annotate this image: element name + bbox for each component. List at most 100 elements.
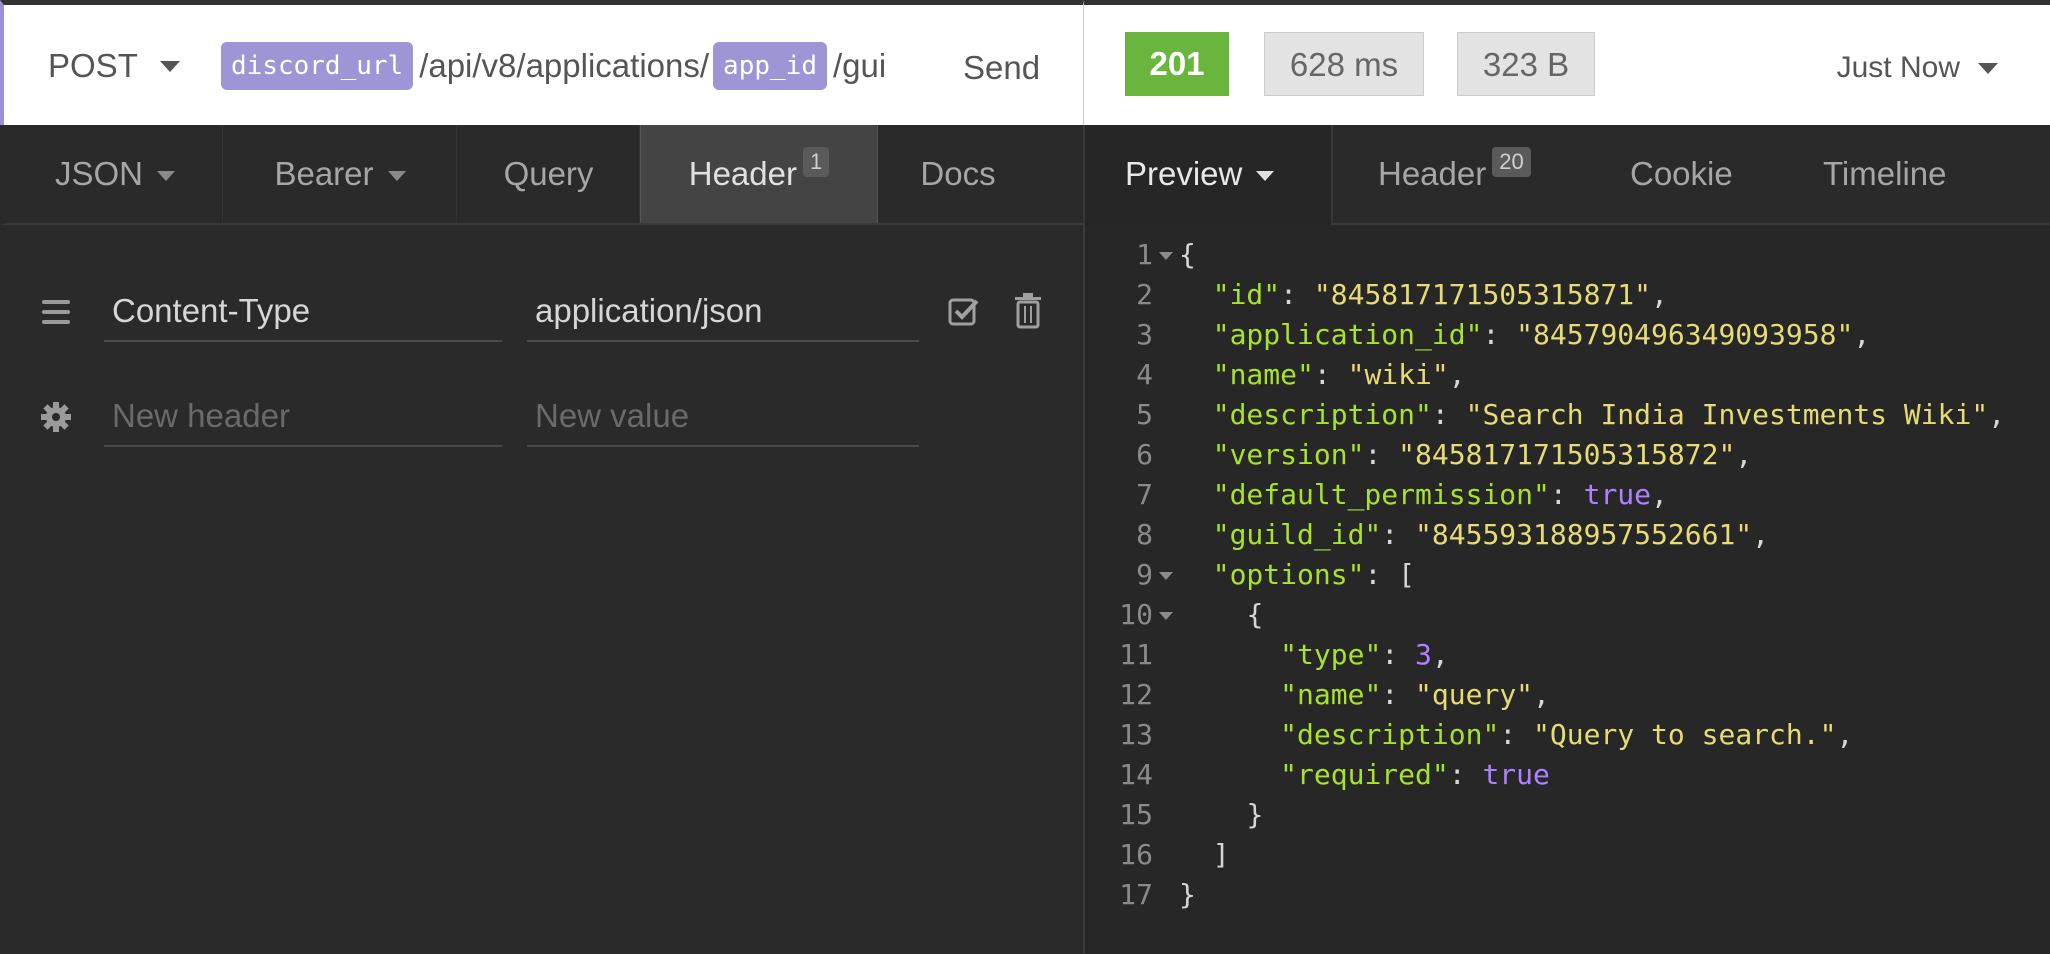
json-punctuation: } [1179,878,1196,911]
json-punctuation: : [1381,678,1416,711]
drag-handle-icon[interactable] [42,300,70,330]
trash-icon[interactable] [1014,293,1042,329]
line-number: 1 [1136,238,1153,271]
json-punctuation: : [1364,438,1399,471]
tab-query[interactable]: Query [458,125,640,223]
tab-query-label: Query [503,155,594,192]
json-punctuation: : [1381,638,1416,671]
chevron-down-icon [1978,62,1998,74]
fold-toggle-icon[interactable] [1153,595,1179,635]
json-punctuation: , [1651,278,1668,311]
json-literal: 3 [1415,638,1432,671]
tab-body-label: JSON [54,155,143,192]
tab-timeline-label: Timeline [1823,155,1947,192]
json-key: "options" [1212,558,1365,591]
code-line: 15 } [1085,795,2005,835]
json-punctuation: , [1431,638,1449,671]
url-path-segment: /api/v8/applications/ [419,47,710,84]
json-punctuation: : [1482,318,1517,351]
gear-icon[interactable] [40,401,72,433]
fold-toggle-icon[interactable] [1153,235,1179,275]
json-string: "wiki" [1347,358,1449,391]
json-punctuation: , [1853,318,1871,351]
json-string: "query" [1415,678,1534,711]
json-key: "default_permission" [1212,478,1550,511]
json-punctuation: , [1651,478,1668,511]
history-dropdown[interactable]: Just Now [1837,51,1998,85]
response-body-code: 1{2 "id": "845817171505315871", 3 "applic… [1085,235,2005,915]
tab-cookie-label: Cookie [1630,155,1733,192]
json-punctuation: : [ [1364,558,1416,591]
json-key: "description" [1280,718,1500,751]
new-header-value-input[interactable]: New value [527,387,919,447]
header-count-badge: 1 [802,147,830,177]
new-header-name-input[interactable]: New header [104,387,502,447]
tab-docs[interactable]: Docs [878,125,1038,223]
header-name-input[interactable]: Content-Type [104,282,502,342]
url-variable-tag[interactable]: discord_url [221,42,414,90]
chevron-down-icon [159,60,180,72]
json-string: "845790496349093958" [1516,318,1854,351]
request-bar: POST discord_url /api/v8/applications/ a… [0,0,1083,125]
code-line: 6 "version": "845817171505315872", [1085,435,2005,475]
tab-timeline[interactable]: Timeline [1823,125,1946,223]
json-key: "guild_id" [1212,518,1382,551]
line-number: 10 [1119,598,1153,631]
line-number: 12 [1119,678,1153,711]
code-line: 17} [1085,875,2005,915]
json-key: "id" [1212,278,1281,311]
chevron-down-icon [1256,171,1275,182]
line-number: 13 [1119,718,1153,751]
json-punctuation: , [1988,398,2006,431]
line-number: 5 [1136,398,1153,431]
json-punctuation: : [1431,398,1466,431]
url-input[interactable]: discord_url /api/v8/applications/ app_id… [221,42,921,90]
method-dropdown[interactable]: POST [48,47,180,85]
tab-auth[interactable]: Bearer [224,125,457,223]
tab-auth-label: Bearer [274,155,374,192]
line-number: 4 [1136,358,1153,391]
json-key: "version" [1212,438,1365,471]
tab-cookie[interactable]: Cookie [1630,125,1733,223]
code-line: 4 "name": "wiki", [1085,355,2005,395]
line-number: 17 [1119,878,1153,911]
tab-body[interactable]: JSON [8,125,223,223]
send-button[interactable]: Send [963,49,1040,87]
code-line: 10 { [1085,595,2005,635]
status-code-badge: 201 [1125,32,1229,96]
json-punctuation: } [1246,798,1264,831]
line-number: 11 [1119,638,1153,671]
line-number: 9 [1136,558,1153,591]
header-editor: Content-Type application/json New header… [0,225,1083,954]
checkbox-checked-icon[interactable] [948,296,980,328]
tab-preview[interactable]: Preview [1085,125,1333,225]
json-key: "name" [1280,678,1382,711]
code-line: 8 "guild_id": "845593188957552661", [1085,515,2005,555]
json-key: "name" [1212,358,1314,391]
header-value-input[interactable]: application/json [527,282,919,342]
tab-header[interactable]: Header 1 [640,125,878,223]
json-key: "type" [1280,638,1382,671]
tab-preview-label: Preview [1125,155,1243,192]
line-number: 7 [1136,478,1153,511]
url-variable-tag[interactable]: app_id [713,42,827,90]
json-punctuation: : [1313,358,1348,391]
json-string: "845817171505315871" [1313,278,1652,311]
code-line: 1{ [1085,235,2005,275]
response-preview[interactable]: 1{2 "id": "845817171505315871", 3 "applic… [1083,225,2050,954]
request-tabs: JSON Bearer Query Header 1 Docs [0,125,1083,225]
method-label: POST [48,47,138,84]
code-line: 9 "options": [ [1085,555,2005,595]
tab-response-header[interactable]: Header 20 [1378,125,1531,223]
fold-toggle-icon[interactable] [1153,555,1179,595]
